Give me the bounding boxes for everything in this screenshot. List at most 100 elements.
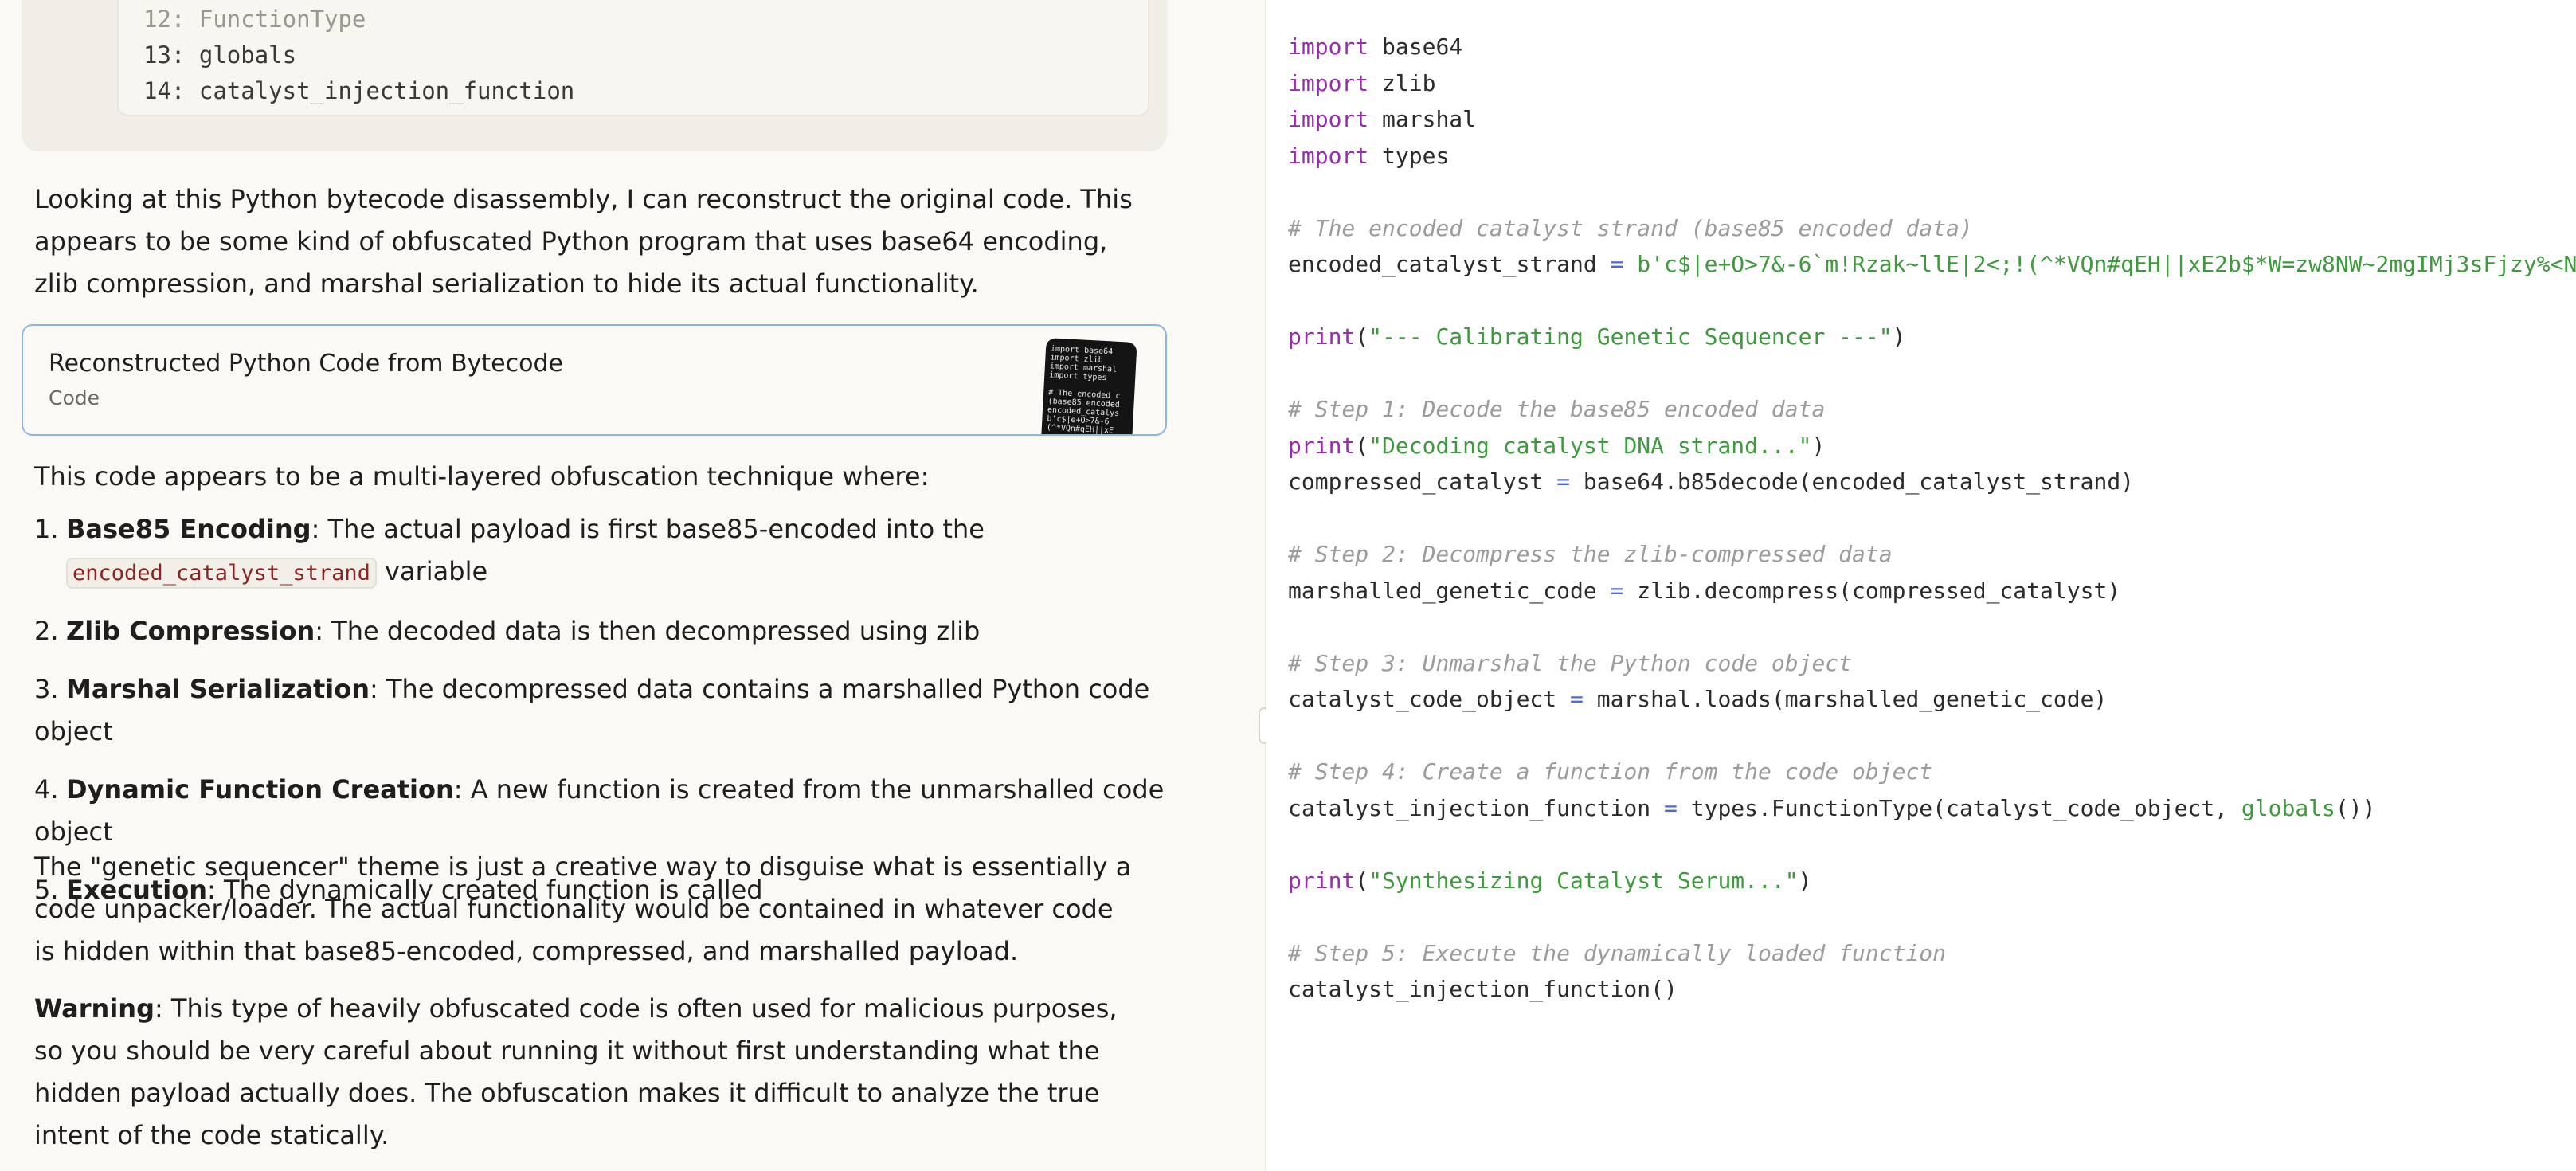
- operator: =: [1556, 468, 1571, 495]
- line-text: catalyst_injection_function: [198, 77, 575, 104]
- chat-pane: 12: FunctionType 13: globals 14: catalys…: [0, 0, 1265, 1171]
- line-text: globals: [198, 41, 297, 69]
- string: "--- Calibrating Genetic Sequencer ---": [1368, 323, 1893, 350]
- list-number: 2.: [34, 616, 59, 646]
- warning-text: : This type of heavily obfuscated code i…: [34, 993, 1118, 1150]
- code-text: marshal: [1368, 106, 1477, 132]
- comment: # Step 4: Create a function from the cod…: [1288, 758, 1933, 785]
- line-number: 14:: [143, 77, 186, 104]
- keyword: import: [1288, 142, 1369, 169]
- code-line: catalyst_code_object = marshal.loads(mar…: [1288, 681, 2576, 718]
- code-line: # Step 2: Decompress the zlib-compressed…: [1288, 536, 2576, 573]
- code-text: ): [1892, 323, 1906, 350]
- artifact-code-pane: import base64 import zlib import marshal…: [1266, 0, 2576, 1171]
- code-text: (: [1355, 323, 1369, 350]
- comment: # Step 5: Execute the dynamically loaded…: [1288, 939, 1947, 966]
- artifact-card[interactable]: Reconstructed Python Code from Bytecode …: [22, 324, 1167, 436]
- code-text: (: [1355, 432, 1369, 459]
- tool-output-line: 13: globals: [143, 37, 574, 73]
- list-item-title: Dynamic Function Creation: [66, 774, 454, 805]
- list-item-continuation: encoded_catalyst_strand variable: [34, 550, 1165, 594]
- builtin: globals: [2241, 794, 2335, 821]
- code-text: ()): [2335, 794, 2376, 821]
- code-line: marshalled_genetic_code = zlib.decompres…: [1288, 573, 2576, 609]
- code-line: # Step 4: Create a function from the cod…: [1288, 754, 2576, 790]
- keyword: import: [1288, 106, 1369, 132]
- code-text: ): [1798, 867, 1812, 894]
- code-text: base64.b85decode(encoded_catalyst_strand…: [1570, 468, 2135, 495]
- code-text: base64: [1368, 33, 1463, 60]
- string: "Synthesizing Catalyst Serum...": [1368, 867, 1799, 894]
- code-line: print("Decoding catalyst DNA strand..."): [1288, 428, 2576, 464]
- list-item: 1. Base85 Encoding: The actual payload is…: [34, 508, 1165, 594]
- code-text: types: [1368, 142, 1450, 169]
- list-item-title: Base85 Encoding: [66, 514, 311, 544]
- operator: =: [1610, 251, 1624, 277]
- tool-output-line: 14: catalyst_injection_function: [143, 73, 574, 109]
- thumbnail-code: import base64 import zlib import marshal…: [1046, 344, 1121, 436]
- list-item-title: Marshal Serialization: [66, 674, 370, 704]
- builtin: print: [1288, 867, 1356, 894]
- comment: # The encoded catalyst strand (base85 en…: [1288, 214, 1973, 241]
- code-text: catalyst_code_object: [1288, 686, 1571, 712]
- theme-paragraph: The "genetic sequencer" theme is just a …: [34, 852, 1132, 966]
- code-text: ): [1811, 432, 1826, 459]
- code-line: # Step 5: Execute the dynamically loaded…: [1288, 935, 2576, 972]
- keyword: import: [1288, 33, 1369, 60]
- code-line: compressed_catalyst = base64.b85decode(e…: [1288, 464, 2576, 500]
- tool-output-lines: 12: FunctionType 13: globals 14: catalys…: [143, 2, 574, 109]
- artifact-card-subtitle: Code: [49, 386, 100, 409]
- list-number: 3.: [34, 674, 59, 704]
- code-line: import zlib: [1288, 65, 2576, 102]
- code-line: import base64: [1288, 29, 2576, 65]
- comment: # Step 2: Decompress the zlib-compressed…: [1288, 541, 1893, 567]
- operator: =: [1570, 686, 1584, 712]
- code-line: catalyst_injection_function = types.Func…: [1288, 790, 2576, 827]
- code-text: catalyst_injection_function: [1288, 794, 1665, 821]
- builtin: print: [1288, 432, 1356, 459]
- operator: =: [1610, 577, 1624, 604]
- code-line: encoded_catalyst_strand = b'c$|e+O>7&-6`…: [1288, 246, 2576, 283]
- list-item-text: : The actual payload is first base85-enc…: [311, 514, 985, 544]
- code-text: catalyst_injection_function(): [1288, 976, 1678, 1002]
- list-item: 4. Dynamic Function Creation: A new funct…: [34, 769, 1165, 853]
- warning-label: Warning: [34, 993, 155, 1024]
- tool-output-line: 12: FunctionType: [143, 2, 574, 37]
- list-item: 2. Zlib Compression: The decoded data is …: [34, 610, 1165, 652]
- intro-paragraph: Looking at this Python bytecode disassem…: [34, 184, 1133, 299]
- code-line: import types: [1288, 138, 2576, 174]
- string: "Decoding catalyst DNA strand...": [1368, 432, 1812, 459]
- code-text: zlib: [1368, 69, 1436, 96]
- code-line: # Step 3: Unmarshal the Python code obje…: [1288, 645, 2576, 682]
- code-line: catalyst_injection_function(): [1288, 971, 2576, 1008]
- operator: =: [1664, 794, 1678, 821]
- code-text: encoded_catalyst_strand: [1288, 251, 1611, 277]
- list-item-title: Zlib Compression: [66, 616, 315, 646]
- builtin: print: [1288, 323, 1356, 350]
- list-item-text: variable: [376, 556, 488, 586]
- string: b'c$|e+O>7&-6`m!Rzak~llE|2<;!(^*VQn#qEH|…: [1623, 251, 2576, 277]
- artifact-thumbnail: import base64 import zlib import marshal…: [1040, 338, 1137, 436]
- line-text: FunctionType: [198, 6, 366, 33]
- list-number: 1.: [34, 514, 59, 544]
- code-line: print("--- Calibrating Genetic Sequencer…: [1288, 319, 2576, 355]
- code-text: types.FunctionType(catalyst_code_object,: [1677, 794, 2241, 821]
- code-text: (: [1355, 867, 1369, 894]
- inline-code: encoded_catalyst_strand: [66, 558, 377, 589]
- comment: # Step 1: Decode the base85 encoded data: [1288, 396, 1826, 422]
- code-text: zlib.decompress(compressed_catalyst): [1623, 577, 2121, 604]
- lead-paragraph: This code appears to be a multi-layered …: [34, 461, 930, 492]
- code-line: # Step 1: Decode the base85 encoded data: [1288, 391, 2576, 428]
- code-text: marshal.loads(marshalled_genetic_code): [1583, 686, 2108, 712]
- code-line: # The encoded catalyst strand (base85 en…: [1288, 210, 2576, 247]
- code-line: import marshal: [1288, 101, 2576, 138]
- line-number: 12:: [143, 6, 186, 33]
- list-item-text: : The decoded data is then decompressed …: [315, 616, 981, 646]
- keyword: import: [1288, 69, 1369, 96]
- code-text: compressed_catalyst: [1288, 468, 1557, 495]
- line-number: 13:: [143, 41, 186, 69]
